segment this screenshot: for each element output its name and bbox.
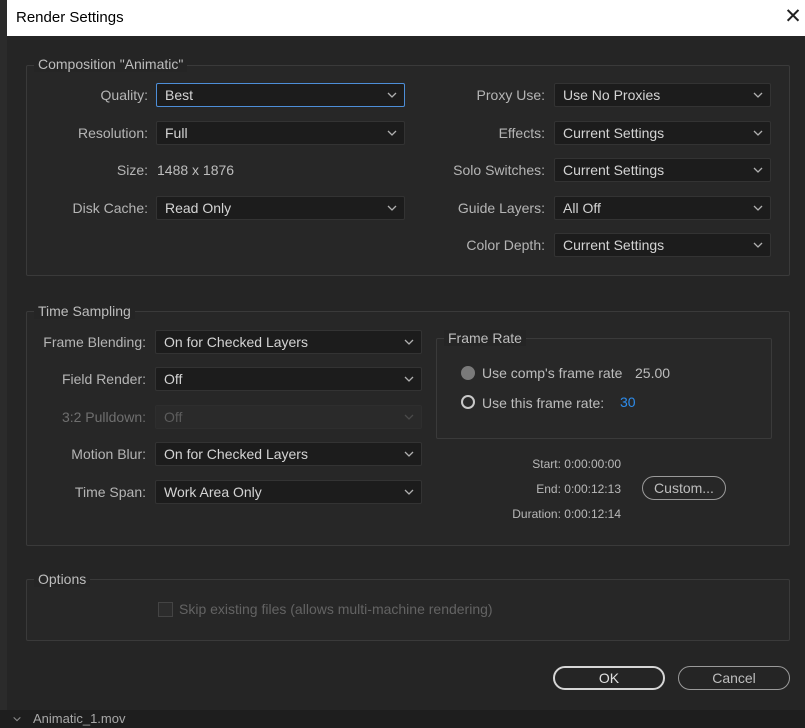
size-label: Size: bbox=[116, 162, 148, 178]
disk-cache-value: Read Only bbox=[165, 200, 232, 216]
guide-layers-value: All Off bbox=[563, 200, 601, 216]
chevron-down-icon bbox=[13, 716, 21, 722]
frame-blending-value: On for Checked Layers bbox=[164, 334, 308, 350]
field-render-value: Off bbox=[164, 371, 183, 387]
color-depth-label: Color Depth: bbox=[466, 237, 545, 253]
use-comp-rate-label: Use comp's frame rate bbox=[482, 365, 623, 381]
chevron-down-icon bbox=[387, 205, 397, 211]
motion-blur-label: Motion Blur: bbox=[71, 446, 146, 462]
disk-cache-dropdown[interactable]: Read Only bbox=[156, 196, 405, 220]
background-file-label: Animatic_1.mov bbox=[33, 711, 126, 726]
color-depth-dropdown[interactable]: Current Settings bbox=[554, 233, 771, 257]
motion-blur-value: On for Checked Layers bbox=[164, 446, 308, 462]
composition-legend: Composition "Animatic" bbox=[34, 56, 188, 72]
pulldown-label: 3:2 Pulldown: bbox=[61, 409, 146, 425]
custom-button[interactable]: Custom... bbox=[642, 476, 726, 500]
chevron-down-icon bbox=[753, 242, 763, 248]
time-sampling-legend: Time Sampling bbox=[34, 303, 135, 319]
pulldown-dropdown: Off bbox=[155, 405, 422, 429]
duration-time: Duration: 0:00:12:14 bbox=[512, 507, 621, 521]
window-title: Render Settings bbox=[16, 9, 124, 26]
background-app-strip bbox=[0, 0, 7, 728]
frame-blending-label: Frame Blending: bbox=[43, 334, 146, 350]
time-span-dropdown[interactable]: Work Area Only bbox=[155, 480, 422, 504]
chevron-down-icon bbox=[753, 92, 763, 98]
custom-button-label: Custom... bbox=[654, 480, 714, 496]
cancel-button[interactable]: Cancel bbox=[678, 666, 790, 690]
proxy-use-value: Use No Proxies bbox=[563, 87, 661, 103]
skip-existing-label: Skip existing files (allows multi-machin… bbox=[179, 601, 493, 617]
chevron-down-icon bbox=[404, 339, 414, 345]
effects-value: Current Settings bbox=[563, 125, 665, 141]
guide-layers-dropdown[interactable]: All Off bbox=[554, 196, 771, 220]
pulldown-value: Off bbox=[164, 409, 183, 425]
chevron-down-icon bbox=[387, 130, 397, 136]
options-legend: Options bbox=[34, 571, 91, 587]
chevron-down-icon bbox=[404, 376, 414, 382]
field-render-dropdown[interactable]: Off bbox=[155, 367, 422, 391]
background-file-row: Animatic_1.mov bbox=[0, 710, 805, 728]
frame-blending-dropdown[interactable]: On for Checked Layers bbox=[155, 330, 422, 354]
skip-existing-checkbox bbox=[158, 602, 173, 617]
motion-blur-dropdown[interactable]: On for Checked Layers bbox=[155, 442, 422, 466]
resolution-dropdown[interactable]: Full bbox=[156, 121, 405, 145]
chevron-down-icon bbox=[387, 92, 397, 98]
chevron-down-icon bbox=[753, 130, 763, 136]
title-bar: Render Settings ✕ bbox=[7, 0, 805, 36]
cancel-button-label: Cancel bbox=[712, 670, 756, 686]
frame-rate-legend: Frame Rate bbox=[444, 330, 526, 346]
use-this-rate-radio[interactable] bbox=[461, 395, 475, 409]
resolution-label: Resolution: bbox=[77, 125, 148, 141]
chevron-down-icon bbox=[753, 167, 763, 173]
quality-value: Best bbox=[165, 87, 194, 103]
field-render-label: Field Render: bbox=[61, 371, 146, 387]
ok-button-label: OK bbox=[598, 670, 620, 686]
effects-label: Effects: bbox=[498, 125, 545, 141]
solo-switches-value: Current Settings bbox=[563, 162, 665, 178]
comp-rate-value: 25.00 bbox=[635, 365, 671, 381]
use-comp-rate-radio[interactable] bbox=[461, 366, 475, 380]
chevron-down-icon bbox=[404, 451, 414, 457]
effects-dropdown[interactable]: Current Settings bbox=[554, 121, 771, 145]
chevron-down-icon bbox=[404, 414, 414, 420]
solo-switches-dropdown[interactable]: Current Settings bbox=[554, 158, 771, 182]
quality-dropdown[interactable]: Best bbox=[156, 83, 405, 107]
ok-button[interactable]: OK bbox=[553, 666, 665, 690]
guide-layers-label: Guide Layers: bbox=[457, 200, 545, 216]
frame-rate-group bbox=[436, 338, 772, 439]
use-this-rate-label: Use this frame rate: bbox=[482, 395, 605, 411]
color-depth-value: Current Settings bbox=[563, 237, 665, 253]
disk-cache-label: Disk Cache: bbox=[72, 200, 148, 216]
proxy-use-dropdown[interactable]: Use No Proxies bbox=[554, 83, 771, 107]
size-value: 1488 x 1876 bbox=[157, 162, 235, 178]
chevron-down-icon bbox=[404, 489, 414, 495]
time-span-value: Work Area Only bbox=[164, 484, 262, 500]
quality-label: Quality: bbox=[100, 87, 148, 103]
resolution-value: Full bbox=[165, 125, 188, 141]
chevron-down-icon bbox=[753, 205, 763, 211]
proxy-use-label: Proxy Use: bbox=[476, 87, 545, 103]
solo-switches-label: Solo Switches: bbox=[453, 162, 545, 178]
close-icon[interactable]: ✕ bbox=[779, 2, 805, 32]
render-settings-dialog: Composition "Animatic" Quality: Best Res… bbox=[7, 36, 805, 728]
end-time: End: 0:00:12:13 bbox=[536, 482, 621, 496]
start-time: Start: 0:00:00:00 bbox=[532, 457, 621, 471]
time-span-label: Time Span: bbox=[74, 484, 146, 500]
this-rate-value[interactable]: 30 bbox=[620, 394, 636, 410]
